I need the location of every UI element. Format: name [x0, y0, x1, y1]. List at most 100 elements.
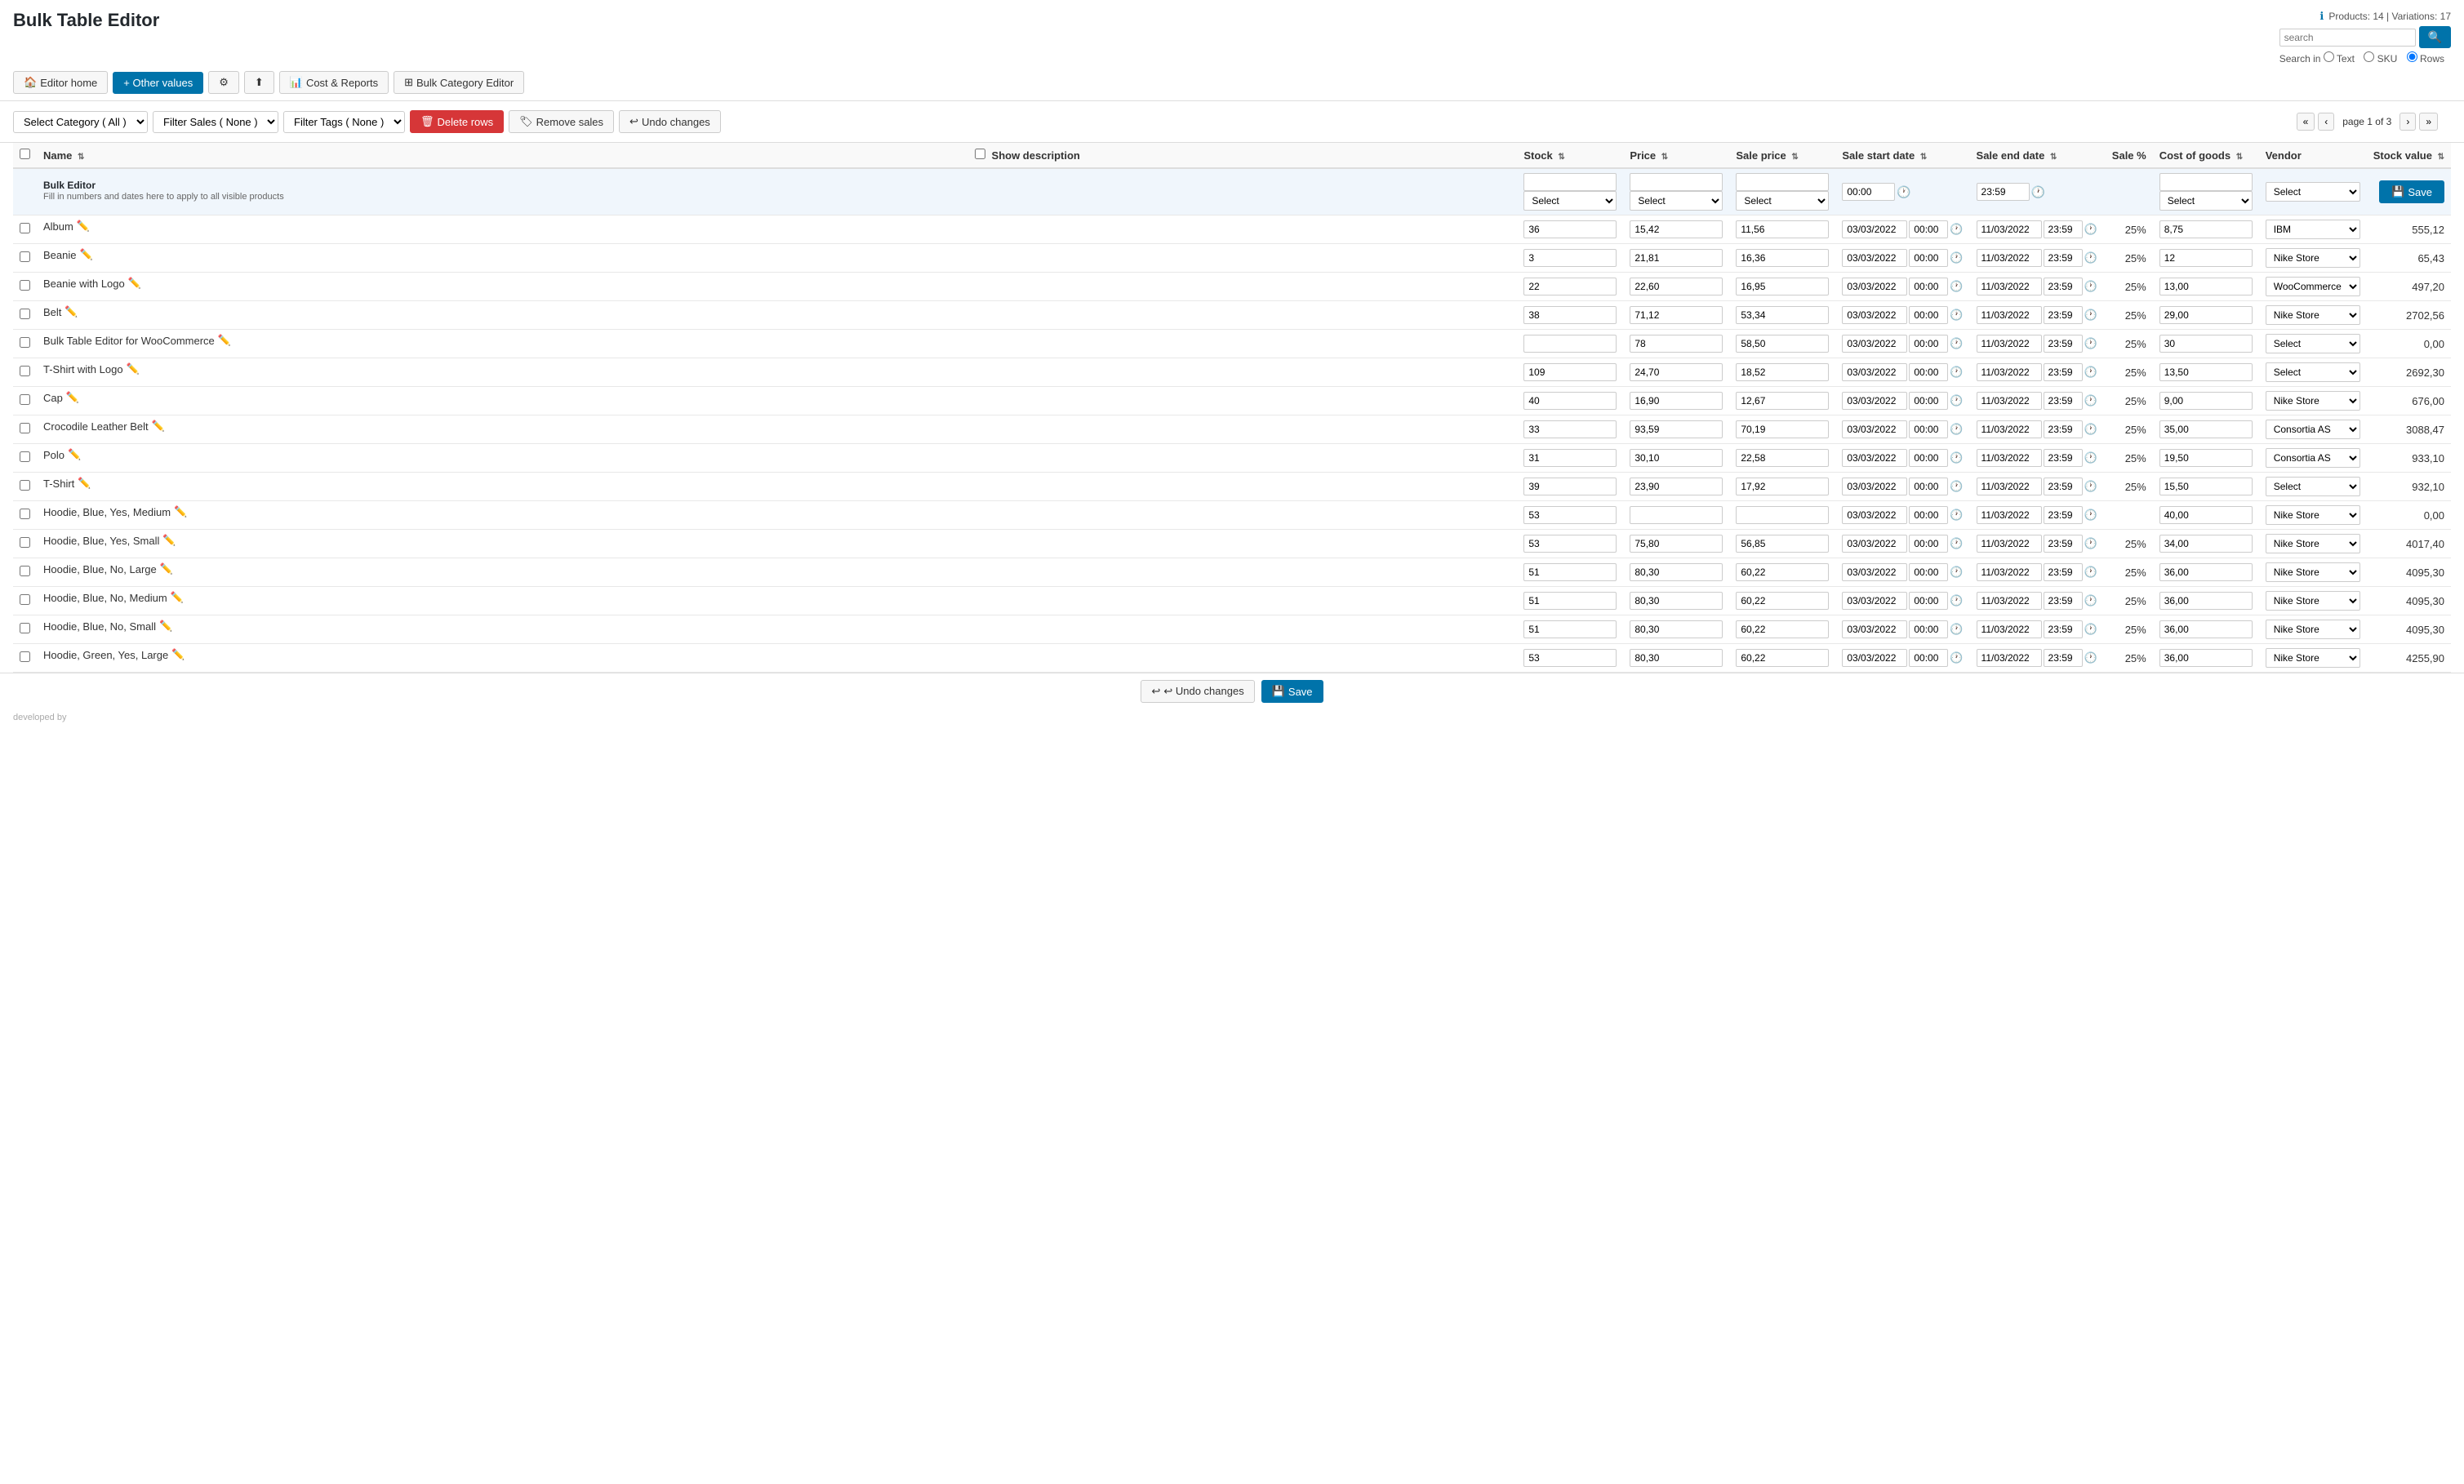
sale-end-date[interactable]: [1977, 449, 2042, 467]
cost-goods-input[interactable]: [2159, 335, 2253, 353]
sale-end-time[interactable]: [2044, 420, 2083, 438]
clock-icon-end-10[interactable]: 🕐: [2084, 509, 2097, 522]
prev-page-button[interactable]: ‹: [2318, 113, 2334, 131]
cost-goods-input[interactable]: [2159, 535, 2253, 553]
price-input[interactable]: [1630, 306, 1723, 324]
sale-start-time[interactable]: [1909, 535, 1948, 553]
edit-product-icon[interactable]: ✏️: [159, 620, 172, 633]
stock-input[interactable]: [1523, 392, 1617, 410]
clock-icon-start-7[interactable]: 🕐: [1950, 423, 1963, 436]
sale-end-time[interactable]: [2044, 649, 2083, 667]
sale-price-input[interactable]: [1736, 449, 1829, 467]
sale-start-date[interactable]: [1842, 335, 1907, 353]
sale-price-input[interactable]: [1736, 306, 1829, 324]
sale-start-time[interactable]: [1909, 592, 1948, 610]
cost-goods-input[interactable]: [2159, 363, 2253, 381]
sale-start-date[interactable]: [1842, 363, 1907, 381]
price-input[interactable]: [1630, 420, 1723, 438]
cost-reports-button[interactable]: 📊 Cost & Reports: [279, 71, 389, 94]
sale-start-date[interactable]: [1842, 563, 1907, 581]
vendor-select[interactable]: SelectIBMNike StoreWooCommerceConsortia …: [2266, 591, 2360, 611]
vendor-select[interactable]: SelectIBMNike StoreWooCommerceConsortia …: [2266, 391, 2360, 411]
clock-icon-end-9[interactable]: 🕐: [2084, 480, 2097, 493]
edit-product-icon[interactable]: ✏️: [160, 562, 173, 575]
clock-icon-end-2[interactable]: 🕐: [2084, 280, 2097, 293]
price-input[interactable]: [1630, 506, 1723, 524]
editor-home-button[interactable]: 🏠 Editor home: [13, 71, 108, 94]
clock-icon-start-4[interactable]: 🕐: [1950, 337, 1963, 350]
sale-end-date[interactable]: [1977, 563, 2042, 581]
sale-price-input[interactable]: [1736, 478, 1829, 495]
sale-end-time[interactable]: [2044, 620, 2083, 638]
cost-goods-input[interactable]: [2159, 420, 2253, 438]
vendor-select[interactable]: SelectIBMNike StoreWooCommerceConsortia …: [2266, 248, 2360, 268]
stock-input[interactable]: [1523, 478, 1617, 495]
bottom-save-button[interactable]: 💾 Save: [1261, 680, 1323, 703]
vendor-select[interactable]: SelectIBMNike StoreWooCommerceConsortia …: [2266, 477, 2360, 496]
sale-end-time[interactable]: [2044, 335, 2083, 353]
sale-end-time[interactable]: [2044, 478, 2083, 495]
sale-price-input[interactable]: [1736, 335, 1829, 353]
row-checkbox-9[interactable]: [20, 480, 30, 491]
sale-price-input[interactable]: [1736, 392, 1829, 410]
clock-icon-end-13[interactable]: 🕐: [2084, 594, 2097, 607]
edit-product-icon[interactable]: ✏️: [68, 448, 81, 461]
stock-input[interactable]: [1523, 592, 1617, 610]
stock-input[interactable]: [1523, 335, 1617, 353]
row-checkbox-14[interactable]: [20, 623, 30, 633]
stock-input[interactable]: [1523, 649, 1617, 667]
upload-button[interactable]: ⬆: [244, 71, 274, 94]
clock-icon[interactable]: 🕐: [1897, 185, 1910, 199]
bulk-sale-start-time[interactable]: [1842, 183, 1895, 201]
clock-icon-start-10[interactable]: 🕐: [1950, 509, 1963, 522]
stock-input[interactable]: [1523, 249, 1617, 267]
edit-product-icon[interactable]: ✏️: [218, 334, 231, 347]
sale-start-time[interactable]: [1909, 478, 1948, 495]
clock-icon-end-0[interactable]: 🕐: [2084, 223, 2097, 236]
sale-start-time[interactable]: [1909, 649, 1948, 667]
vendor-select[interactable]: SelectIBMNike StoreWooCommerceConsortia …: [2266, 505, 2360, 525]
sale-start-date[interactable]: [1842, 420, 1907, 438]
sale-end-date[interactable]: [1977, 535, 2042, 553]
sale-end-date[interactable]: [1977, 592, 2042, 610]
search-input[interactable]: [2279, 29, 2416, 47]
row-checkbox-1[interactable]: [20, 251, 30, 262]
sale-end-time[interactable]: [2044, 592, 2083, 610]
sale-price-input[interactable]: [1736, 620, 1829, 638]
sale-start-time[interactable]: [1909, 449, 1948, 467]
clock-icon-end-5[interactable]: 🕐: [2084, 366, 2097, 379]
price-input[interactable]: [1630, 563, 1723, 581]
price-input[interactable]: [1630, 649, 1723, 667]
clock-icon-start-3[interactable]: 🕐: [1950, 309, 1963, 322]
sale-start-date[interactable]: [1842, 535, 1907, 553]
stock-input[interactable]: [1523, 420, 1617, 438]
vendor-select[interactable]: SelectIBMNike StoreWooCommerceConsortia …: [2266, 648, 2360, 668]
edit-product-icon[interactable]: ✏️: [162, 534, 176, 547]
bottom-undo-button[interactable]: ↩ ↩ Undo changes: [1141, 680, 1254, 703]
clock-icon-start-11[interactable]: 🕐: [1950, 537, 1963, 550]
first-page-button[interactable]: «: [2297, 113, 2315, 131]
cost-goods-input[interactable]: [2159, 306, 2253, 324]
clock-icon-end-1[interactable]: 🕐: [2084, 251, 2097, 264]
bulk-sale-price-input[interactable]: [1736, 173, 1829, 191]
clock-icon-start-9[interactable]: 🕐: [1950, 480, 1963, 493]
sale-end-date[interactable]: [1977, 306, 2042, 324]
clock-icon-start-5[interactable]: 🕐: [1950, 366, 1963, 379]
clock-icon-start-14[interactable]: 🕐: [1950, 623, 1963, 636]
bulk-vendor-select[interactable]: Select IBMNike StoreWooCommerceConsortia…: [2266, 182, 2360, 202]
sale-price-input[interactable]: [1736, 649, 1829, 667]
clock-icon-start-15[interactable]: 🕐: [1950, 651, 1963, 664]
last-page-button[interactable]: »: [2419, 113, 2438, 131]
sale-end-date[interactable]: [1977, 335, 2042, 353]
sale-end-time[interactable]: [2044, 249, 2083, 267]
clock-icon-start-1[interactable]: 🕐: [1950, 251, 1963, 264]
sale-start-date[interactable]: [1842, 449, 1907, 467]
sale-end-time[interactable]: [2044, 449, 2083, 467]
price-input[interactable]: [1630, 449, 1723, 467]
vendor-select[interactable]: SelectIBMNike StoreWooCommerceConsortia …: [2266, 277, 2360, 296]
col-show-desc[interactable]: Show description: [968, 143, 1517, 168]
stock-input[interactable]: [1523, 306, 1617, 324]
cost-goods-input[interactable]: [2159, 620, 2253, 638]
bulk-price-input[interactable]: [1630, 173, 1723, 191]
sale-start-time[interactable]: [1909, 306, 1948, 324]
